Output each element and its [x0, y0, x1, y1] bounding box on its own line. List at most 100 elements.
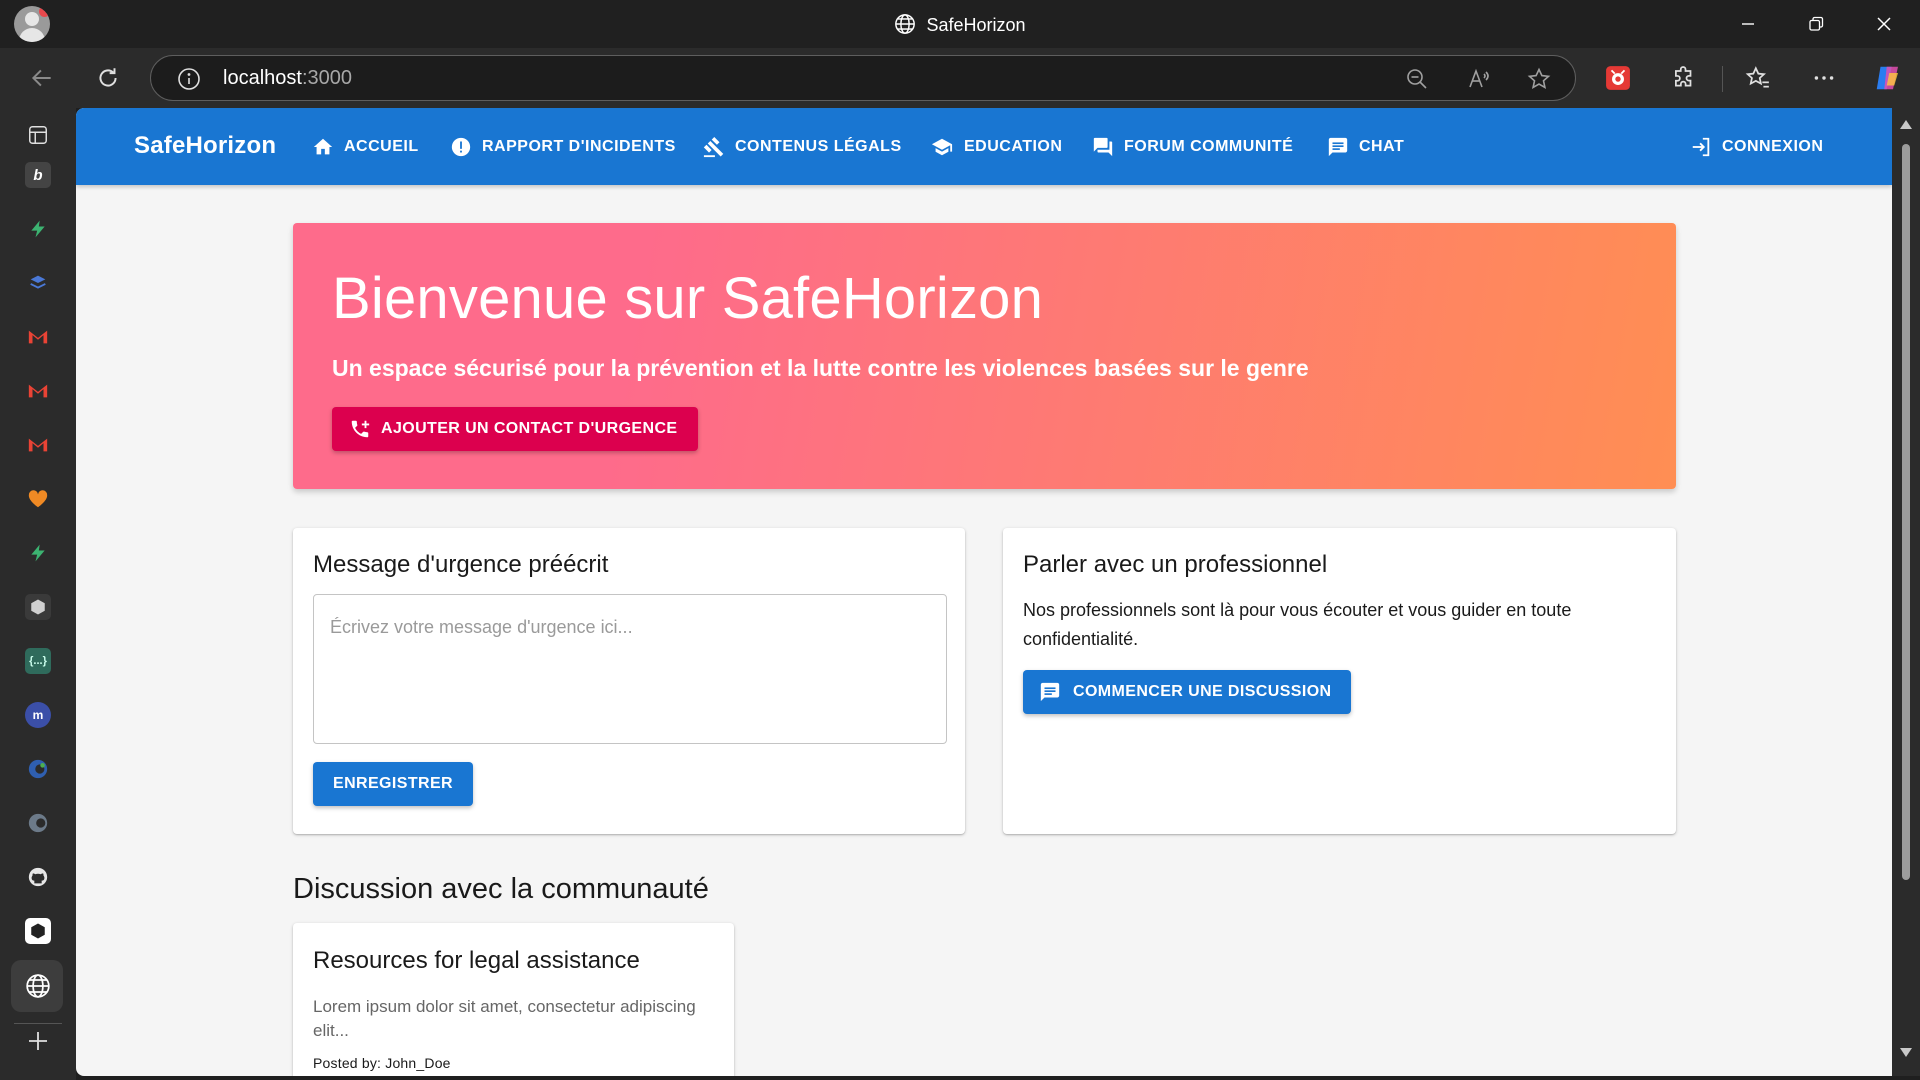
back-arrow-icon: [31, 69, 51, 87]
emergency-message-card: Message d'urgence préécrit Écrivez votre…: [293, 528, 965, 834]
nav-rapport-incidents[interactable]: RAPPORT D'INCIDENTS: [450, 134, 676, 160]
window-title: SafeHorizon: [0, 13, 1920, 36]
page-viewport: SafeHorizon ACCUEIL RAPPORT D'INCIDENTS …: [76, 108, 1892, 1076]
address-bar[interactable]: localhost:3000: [150, 55, 1576, 101]
nav-label: CONNEXION: [1722, 138, 1824, 155]
stack-tab-icon[interactable]: [25, 270, 51, 296]
brand-logo[interactable]: SafeHorizon: [134, 132, 276, 160]
nav-forum-communaute[interactable]: FORUM COMMUNITÉ: [1092, 134, 1293, 160]
window-title-text: SafeHorizon: [926, 15, 1026, 35]
scroll-down-arrow[interactable]: [1900, 1048, 1912, 1057]
more-button[interactable]: [1806, 62, 1842, 94]
login-icon: [1692, 137, 1710, 157]
sidebar-separator: [14, 1023, 62, 1024]
tab-actions-icon[interactable]: [25, 122, 51, 148]
more-dots-icon: [1814, 76, 1834, 80]
emergency-message-textarea[interactable]: Écrivez votre message d'urgence ici...: [313, 594, 947, 744]
refresh-button[interactable]: [90, 62, 126, 94]
browser-sidebar: b {...} m: [0, 108, 76, 1080]
community-section-title: Discussion avec la communauté: [293, 873, 709, 905]
add-emergency-contact-button[interactable]: AJOUTER UN CONTACT D'URGENCE: [332, 407, 698, 451]
address-host: localhost: [223, 67, 302, 89]
cube-tab-icon[interactable]: [25, 918, 51, 944]
address-port: :3000: [301, 67, 352, 89]
extensions-button[interactable]: [1666, 62, 1702, 94]
professional-card: Parler avec un professionnel Nos profess…: [1003, 528, 1676, 834]
c-tab-icon[interactable]: [25, 756, 51, 782]
globe-tab-icon[interactable]: [25, 973, 51, 999]
scrollbar-thumb[interactable]: [1902, 144, 1910, 880]
restore-button[interactable]: [1796, 8, 1836, 40]
box-tab-icon[interactable]: [25, 594, 51, 620]
save-button[interactable]: ENREGISTRER: [313, 762, 473, 806]
professional-title: Parler avec un professionnel: [1023, 551, 1328, 578]
professional-text: Nos professionnels sont là pour vous éco…: [1023, 600, 1572, 649]
bing-tab-icon[interactable]: b: [25, 162, 51, 188]
forum-post-author: Posted by: John_Doe: [313, 1055, 451, 1071]
copilot-icon: [1876, 66, 1898, 90]
close-icon: [1877, 17, 1891, 31]
bolt-tab-icon[interactable]: [25, 216, 51, 242]
app-bar: SafeHorizon ACCUEIL RAPPORT D'INCIDENTS …: [76, 108, 1892, 185]
favorites-button[interactable]: [1740, 62, 1776, 94]
nav-label: FORUM COMMUNITÉ: [1124, 138, 1294, 155]
nav-label: CONTENUS LÉGALS: [735, 138, 902, 155]
nav-accueil[interactable]: ACCUEIL: [312, 134, 419, 160]
emergency-message-placeholder: Écrivez votre message d'urgence ici...: [330, 617, 633, 637]
github-tab-icon[interactable]: [25, 864, 51, 890]
refresh-icon: [99, 68, 117, 87]
bolt-tab-icon-2[interactable]: [25, 540, 51, 566]
bug-extension-icon: [1606, 66, 1630, 90]
start-discussion-button[interactable]: COMMENCER UNE DISCUSSION: [1023, 670, 1351, 714]
chat-icon: [1328, 137, 1348, 157]
minimize-icon: [1742, 23, 1754, 25]
address-url[interactable]: localhost:3000: [223, 67, 352, 90]
forum-post-card[interactable]: Resources for legal assistance Lorem ips…: [293, 923, 734, 1076]
hero-subtitle: Un espace sécurisé pour la prévention et…: [332, 355, 1309, 381]
scroll-up-arrow[interactable]: [1900, 120, 1912, 129]
nav-education[interactable]: EDUCATION: [930, 134, 1062, 160]
page-scrollbar[interactable]: [1892, 108, 1920, 1076]
close-window-button[interactable]: [1864, 8, 1904, 40]
browser-title-bar: SafeHorizon: [0, 0, 1920, 48]
save-button-label: ENREGISTRER: [333, 775, 453, 792]
toolbar-separator: [1722, 66, 1723, 92]
nav-chat[interactable]: CHAT: [1327, 134, 1404, 160]
heart-tab-icon[interactable]: [25, 486, 51, 512]
nav-contenus-legals[interactable]: CONTENUS LÉGALS: [703, 134, 902, 160]
gavel-icon: [703, 137, 724, 158]
nav-label: RAPPORT D'INCIDENTS: [482, 138, 676, 155]
restore-icon: [1809, 16, 1824, 31]
copilot-button[interactable]: [1870, 62, 1906, 94]
forum-post-excerpt: Lorem ipsum dolor sit amet, consectetur …: [313, 997, 696, 1040]
puzzle-icon: [1675, 66, 1692, 87]
zoom-icon[interactable]: [1405, 67, 1429, 96]
gmail-tab-icon[interactable]: [25, 324, 51, 350]
back-button[interactable]: [24, 62, 60, 94]
add-tab-icon[interactable]: [25, 1028, 51, 1054]
favorite-star-icon[interactable]: [1527, 67, 1551, 96]
chat-icon: [1040, 682, 1060, 702]
nav-connexion[interactable]: CONNEXION: [1690, 134, 1823, 160]
minimize-button[interactable]: [1728, 8, 1768, 40]
browser-toolbar: localhost:3000: [0, 48, 1920, 108]
add-emergency-contact-label: AJOUTER UN CONTACT D'URGENCE: [381, 420, 678, 437]
nav-label: ACCUEIL: [344, 138, 419, 155]
extension-red-button[interactable]: [1600, 62, 1636, 94]
nav-label: EDUCATION: [964, 138, 1063, 155]
gmail-tab-icon-3[interactable]: [25, 432, 51, 458]
hero-title: Bienvenue sur SafeHorizon: [332, 266, 1044, 331]
emergency-message-title: Message d'urgence préécrit: [313, 551, 609, 578]
add-call-icon: [351, 420, 370, 438]
site-info-icon[interactable]: [177, 67, 201, 96]
home-icon: [313, 138, 333, 155]
forum-post-title[interactable]: Resources for legal assistance: [313, 947, 640, 975]
code-tab-icon[interactable]: {...}: [25, 648, 51, 674]
globe-icon: [895, 14, 916, 34]
c-tab-icon-2[interactable]: [25, 810, 51, 836]
messenger-tab-icon[interactable]: m: [25, 702, 51, 728]
gmail-tab-icon-2[interactable]: [25, 378, 51, 404]
read-aloud-icon[interactable]: [1467, 67, 1491, 96]
school-icon: [931, 138, 953, 156]
nav-label: CHAT: [1359, 138, 1405, 155]
